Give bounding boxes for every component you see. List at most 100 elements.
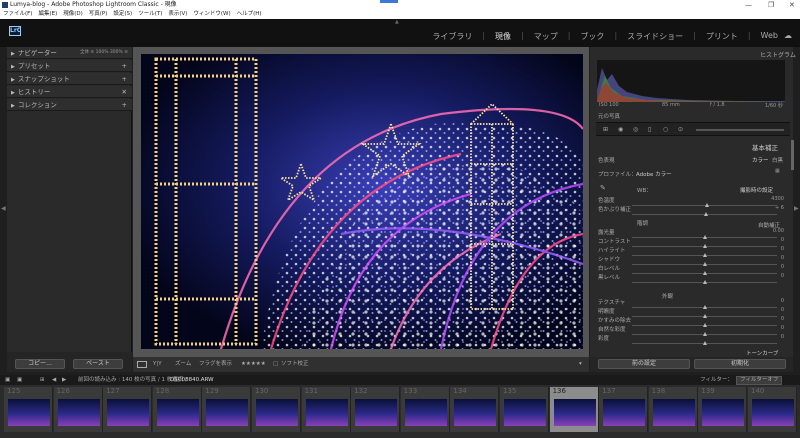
filmstrip-thumb-139[interactable]: 139	[698, 387, 748, 432]
wb-slider-0[interactable]	[632, 203, 777, 207]
slider-knob[interactable]	[702, 244, 707, 248]
previous-settings-button[interactable]: 前の設定	[598, 359, 690, 369]
presence-value-2[interactable]: 0	[760, 316, 784, 322]
screen-1-icon[interactable]: ▣	[5, 375, 10, 385]
slider-knob[interactable]	[702, 271, 707, 275]
presence-value-1[interactable]: 0	[760, 307, 784, 313]
minimize-button[interactable]: —	[745, 0, 752, 10]
filmstrip-thumb-135[interactable]: 135	[500, 387, 549, 432]
panel-collections[interactable]: ▶ コレクション +	[7, 99, 132, 111]
presence-slider-0[interactable]	[632, 305, 777, 309]
add-preset-icon[interactable]: +	[122, 60, 127, 72]
maximize-button[interactable]: ❐	[768, 0, 774, 10]
brush-icon[interactable]: ⊙	[678, 126, 683, 133]
menu-window[interactable]: ウィンドウ(W)	[193, 10, 230, 19]
panel-navigator[interactable]: ▶ ナビゲーター 全体 ≡ 100% 300% ≡	[7, 47, 132, 59]
basic-panel-title[interactable]: 基本補正	[752, 142, 778, 152]
left-panel-toggle-icon[interactable]: ◀	[1, 205, 6, 212]
module-slideshow[interactable]: スライドショー	[627, 31, 683, 42]
tone-value-5[interactable]: 0	[760, 273, 784, 279]
spot-removal-icon[interactable]: ◉	[618, 126, 623, 133]
filmstrip-thumb-134[interactable]: 134	[450, 387, 500, 432]
tool-slider[interactable]	[696, 129, 784, 131]
close-button[interactable]: ✕	[789, 0, 795, 10]
presence-slider-1[interactable]	[632, 314, 777, 318]
menu-file[interactable]: ファイル(F)	[3, 10, 32, 19]
menu-view[interactable]: 表示(V)	[168, 10, 187, 19]
cloud-icon[interactable]: ☁	[784, 31, 792, 40]
tone-slider-2[interactable]	[632, 253, 777, 257]
tone-value-2[interactable]: 0	[760, 246, 784, 252]
right-scrollbar[interactable]	[791, 140, 794, 170]
zoom-label[interactable]: ズーム	[175, 357, 191, 372]
filter-dropdown[interactable]: フィルターオフ	[736, 376, 783, 385]
photo-preview[interactable]	[141, 54, 583, 349]
slider-knob[interactable]	[702, 235, 707, 239]
menu-develop[interactable]: 現像(D)	[63, 10, 83, 19]
wb-value-1[interactable]: + 6	[760, 205, 784, 211]
tone-value-4[interactable]: 0	[760, 264, 784, 270]
slider-knob[interactable]	[705, 203, 710, 207]
menu-settings[interactable]: 設定(S)	[113, 10, 132, 19]
paste-button[interactable]: ペースト	[73, 359, 123, 369]
filmstrip-thumb-129[interactable]: 129	[202, 387, 252, 432]
filmstrip-thumb-125[interactable]: 125	[4, 387, 53, 432]
filmstrip-thumb-131[interactable]: 131	[301, 387, 351, 432]
tone-slider-4[interactable]	[632, 271, 777, 275]
treatment-color[interactable]: カラー	[752, 156, 769, 164]
slider-knob[interactable]	[702, 332, 707, 336]
slider-knob[interactable]	[702, 305, 707, 309]
presence-slider-3[interactable]	[632, 332, 777, 336]
right-panel-toggle-icon[interactable]: ▶	[794, 205, 799, 212]
wb-eyedropper-icon[interactable]: ✎	[600, 184, 606, 192]
add-snapshot-icon[interactable]: +	[122, 73, 127, 85]
slider-knob[interactable]	[703, 212, 708, 216]
slider-knob[interactable]	[702, 280, 707, 284]
tone-slider-1[interactable]	[632, 244, 777, 248]
module-web[interactable]: Web	[761, 31, 778, 42]
treatment-bw[interactable]: 白黒	[772, 156, 783, 164]
tone-curve-title[interactable]: トーンカーブ	[746, 349, 778, 357]
flag-label[interactable]: フラグを表示	[199, 357, 232, 372]
filmstrip-thumb-127[interactable]: 127	[103, 387, 153, 432]
panel-snapshots[interactable]: ▶ スナップショット +	[7, 73, 132, 85]
tone-value-3[interactable]: 0	[760, 255, 784, 261]
clear-history-icon[interactable]: ✕	[122, 86, 127, 98]
radial-filter-icon[interactable]: ○	[663, 126, 668, 133]
crop-icon[interactable]: ⊞	[603, 126, 608, 133]
slider-knob[interactable]	[702, 253, 707, 257]
module-library[interactable]: ライブラリ	[432, 31, 472, 42]
module-print[interactable]: プリント	[706, 31, 738, 42]
loupe-view-icon[interactable]	[137, 361, 147, 368]
screen-2-icon[interactable]: ▣	[17, 375, 22, 385]
profile-browser-icon[interactable]: ▦	[775, 168, 780, 174]
slider-knob[interactable]	[702, 341, 707, 345]
wb-value[interactable]: 撮影時の設定	[740, 186, 773, 194]
histogram-title[interactable]: ヒストグラム	[760, 50, 796, 59]
filmstrip-thumb-128[interactable]: 128	[152, 387, 202, 432]
redeye-icon[interactable]: ◎	[633, 126, 638, 133]
wb-slider-1[interactable]	[632, 212, 777, 216]
tone-slider-5[interactable]	[632, 280, 777, 284]
presence-slider-2[interactable]	[632, 323, 777, 327]
slider-knob[interactable]	[702, 262, 707, 266]
filmstrip-thumb-130[interactable]: 130	[252, 387, 301, 432]
filmstrip-thumb-138[interactable]: 138	[648, 387, 698, 432]
filmstrip-thumb-136[interactable]: 136	[549, 387, 599, 432]
filmstrip-thumb-140[interactable]: 140	[748, 387, 797, 432]
filmstrip-thumb-126[interactable]: 126	[53, 387, 103, 432]
tone-slider-0[interactable]	[632, 235, 777, 239]
tone-value-1[interactable]: 0	[760, 237, 784, 243]
menu-tools[interactable]: ツール(T)	[138, 10, 162, 19]
filmstrip-thumb-137[interactable]: 137	[599, 387, 649, 432]
graduated-filter-icon[interactable]: ▯	[648, 126, 651, 133]
presence-slider-4[interactable]	[632, 341, 777, 345]
panel-history[interactable]: ▶ ヒストリー ✕	[7, 86, 132, 98]
slider-knob[interactable]	[702, 314, 707, 318]
original-photo-label[interactable]: 元の写真	[598, 112, 620, 120]
tone-slider-3[interactable]	[632, 262, 777, 266]
grid-icon[interactable]: ⊞	[40, 375, 45, 385]
panel-presets[interactable]: ▶ プリセット +	[7, 60, 132, 72]
forward-arrow-icon[interactable]: ▶	[62, 375, 66, 385]
rating-stars[interactable]: ★★★★★	[241, 357, 266, 372]
